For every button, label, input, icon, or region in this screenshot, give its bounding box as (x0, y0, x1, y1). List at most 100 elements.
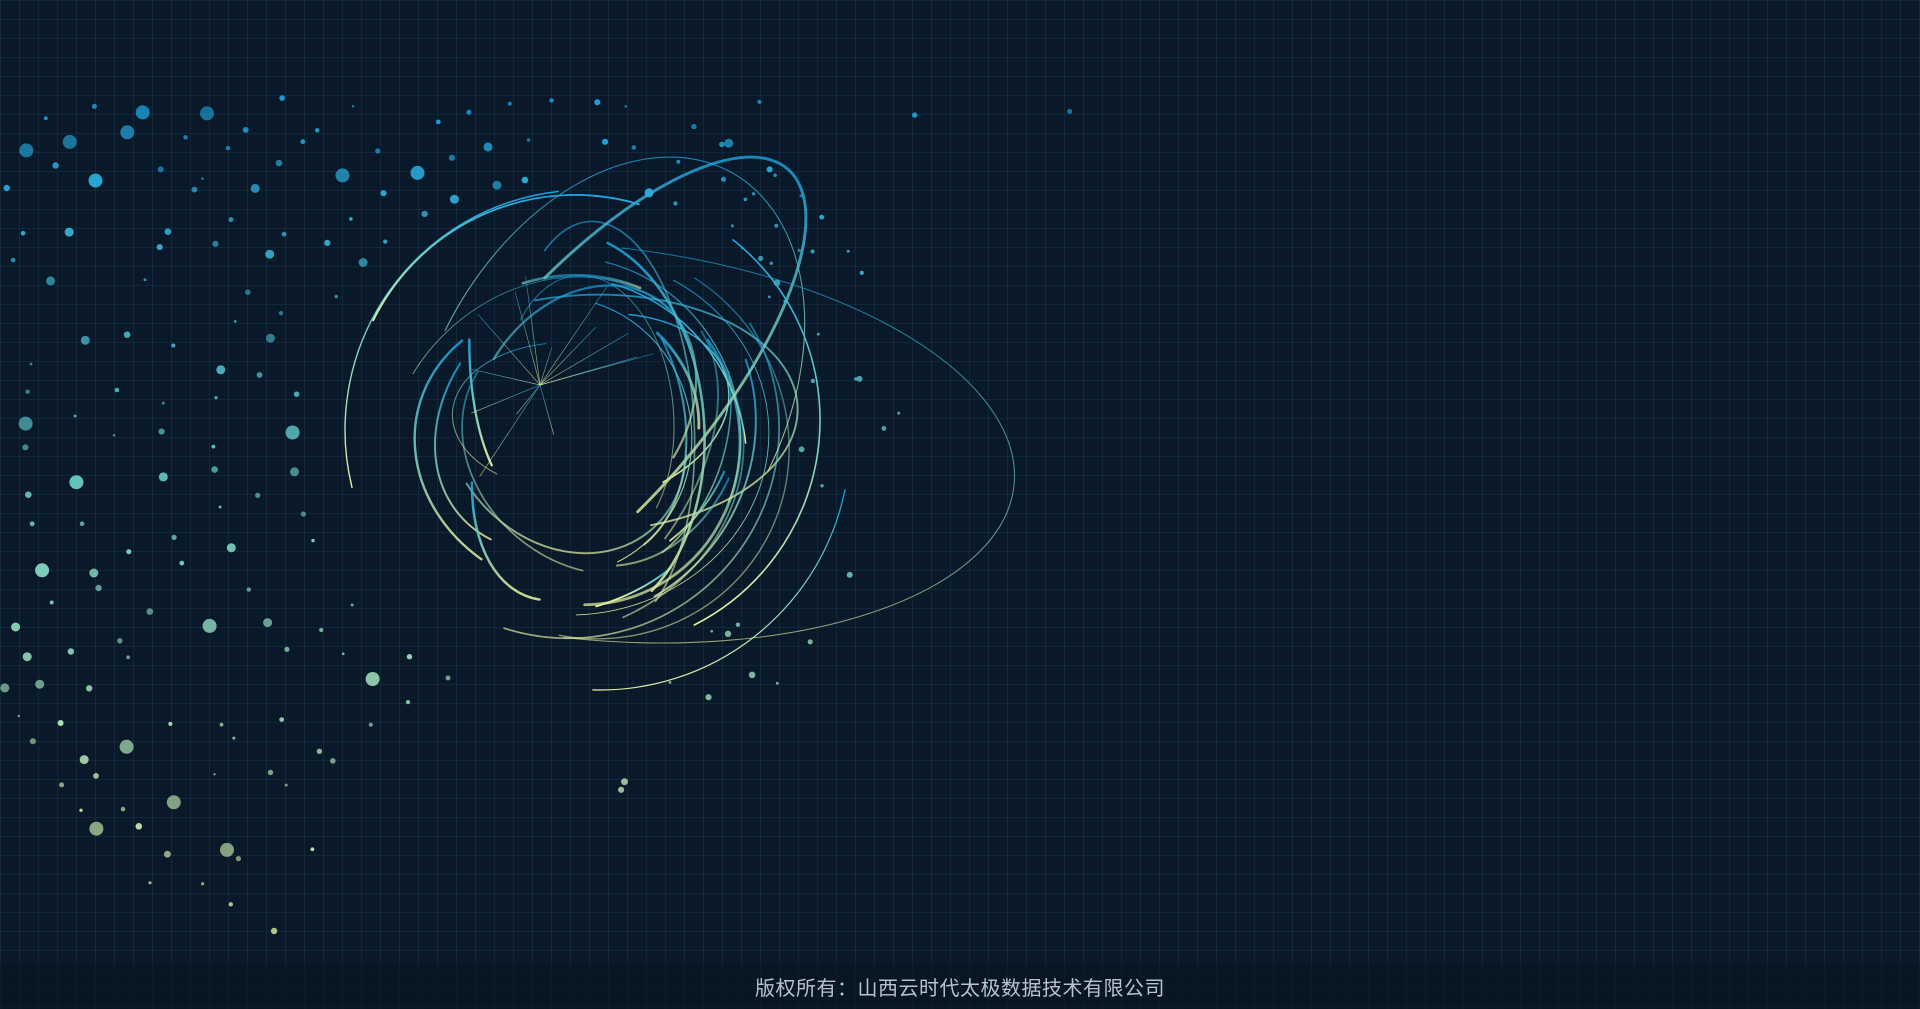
orbit-dot (816, 332, 820, 336)
orbit-dot (91, 103, 97, 109)
orbit-dot (315, 128, 320, 133)
orbit-dot (810, 378, 816, 384)
orbit-dot (226, 543, 236, 553)
globe-spoke (479, 384, 541, 477)
globe-outer-arc (344, 190, 559, 489)
orbit-dot (22, 652, 32, 662)
orbit-dot (22, 444, 29, 451)
orbit-dot (724, 630, 732, 637)
orbit-dot (200, 106, 214, 121)
orbit-dot (421, 210, 428, 218)
orbit-dot (171, 534, 177, 541)
orbit-dot (228, 217, 234, 223)
orbit-dot (300, 139, 306, 145)
globe-arc (595, 302, 693, 563)
globe-particle-illustration (0, 95, 1073, 935)
orbit-dot (859, 270, 864, 275)
orbit-dot (202, 618, 217, 633)
orbit-dot (365, 672, 380, 686)
orbit-dot (319, 627, 324, 633)
orbit-dot (256, 372, 263, 378)
orbit-dot (25, 389, 30, 394)
orbit-dot (721, 176, 726, 182)
orbit-dot (225, 145, 231, 151)
orbit-dot (507, 101, 512, 106)
orbit-dot (218, 505, 222, 509)
orbit-dot (166, 795, 181, 810)
orbit-dot (164, 850, 171, 858)
orbit-dot (49, 600, 54, 605)
orbit-dot (881, 426, 887, 431)
orbit-dot (86, 685, 93, 692)
orbit-dot (358, 258, 368, 267)
globe-spoke (539, 384, 555, 435)
orbit-dot (270, 927, 278, 935)
orbit-dot (631, 145, 636, 150)
orbit-dot (316, 748, 323, 754)
orbit-dot (368, 722, 373, 727)
orbit-dot (126, 549, 132, 555)
orbit-dot (267, 769, 274, 776)
orbit-dot (79, 755, 89, 765)
orbit-dot (10, 257, 16, 263)
orbit-dot (79, 521, 85, 526)
orbit-dot (213, 773, 216, 776)
orbit-dot (410, 165, 425, 180)
orbit-dot (228, 902, 233, 907)
orbit-dot (89, 821, 104, 836)
orbit-dot (79, 808, 83, 812)
orbit-dot (158, 428, 165, 435)
orbit-dot (266, 333, 275, 343)
orbit-dot (435, 119, 441, 125)
orbit-dot (673, 201, 678, 206)
orbit-dot (214, 396, 218, 400)
orbit-dot (483, 142, 493, 152)
orbit-dot (334, 294, 339, 299)
orbit-dot (25, 491, 32, 499)
orbit-dot (168, 721, 173, 727)
orbit-dot (383, 239, 388, 244)
orbit-dot (281, 231, 287, 237)
orbit-dot (351, 105, 355, 108)
orbit-dot (624, 105, 628, 108)
orbit-dot (621, 778, 628, 786)
orbit-dot (375, 148, 381, 154)
orbit-dot (285, 425, 300, 440)
orbit-dot (783, 299, 787, 303)
orbit-dot (46, 276, 56, 286)
orbit-dot (740, 246, 744, 250)
orbit-dot (799, 194, 803, 198)
orbit-dot (300, 511, 306, 517)
orbit-dot (856, 375, 863, 382)
orbit-dot (126, 655, 130, 660)
orbit-dot (17, 714, 20, 718)
orbit-dot (310, 847, 315, 852)
orbit-dot (93, 773, 99, 779)
orbit-dot (263, 618, 273, 628)
orbit-dot (250, 183, 260, 193)
orbit-dot (88, 173, 103, 188)
orbit-dot (380, 190, 387, 197)
footer-bar: 版权所有：山西云时代太极数据技术有限公司 (0, 963, 1920, 1009)
orbit-dot (29, 362, 33, 366)
orbit-dot (156, 244, 163, 251)
orbit-dot (211, 466, 218, 473)
orbit-dot (89, 568, 99, 578)
orbit-dot (1067, 108, 1073, 114)
orbit-dot (758, 255, 764, 261)
orbit-dot (492, 180, 502, 190)
orbit-dot (449, 194, 459, 204)
orbit-dot (767, 295, 771, 299)
orbit-dot (161, 401, 165, 405)
copyright-text: 版权所有：山西云时代太极数据技术有限公司 (755, 975, 1165, 1000)
orbit-dot (284, 783, 288, 787)
orbit-dot (246, 587, 251, 592)
orbit-dot (735, 622, 741, 627)
orbit-dot (769, 261, 773, 265)
orbit-dot (466, 109, 472, 115)
globe-arc (563, 247, 1016, 644)
orbit-dot (774, 223, 779, 228)
orbit-dot (200, 882, 205, 886)
orbit-dot (117, 638, 123, 644)
orbit-dot (18, 416, 33, 431)
